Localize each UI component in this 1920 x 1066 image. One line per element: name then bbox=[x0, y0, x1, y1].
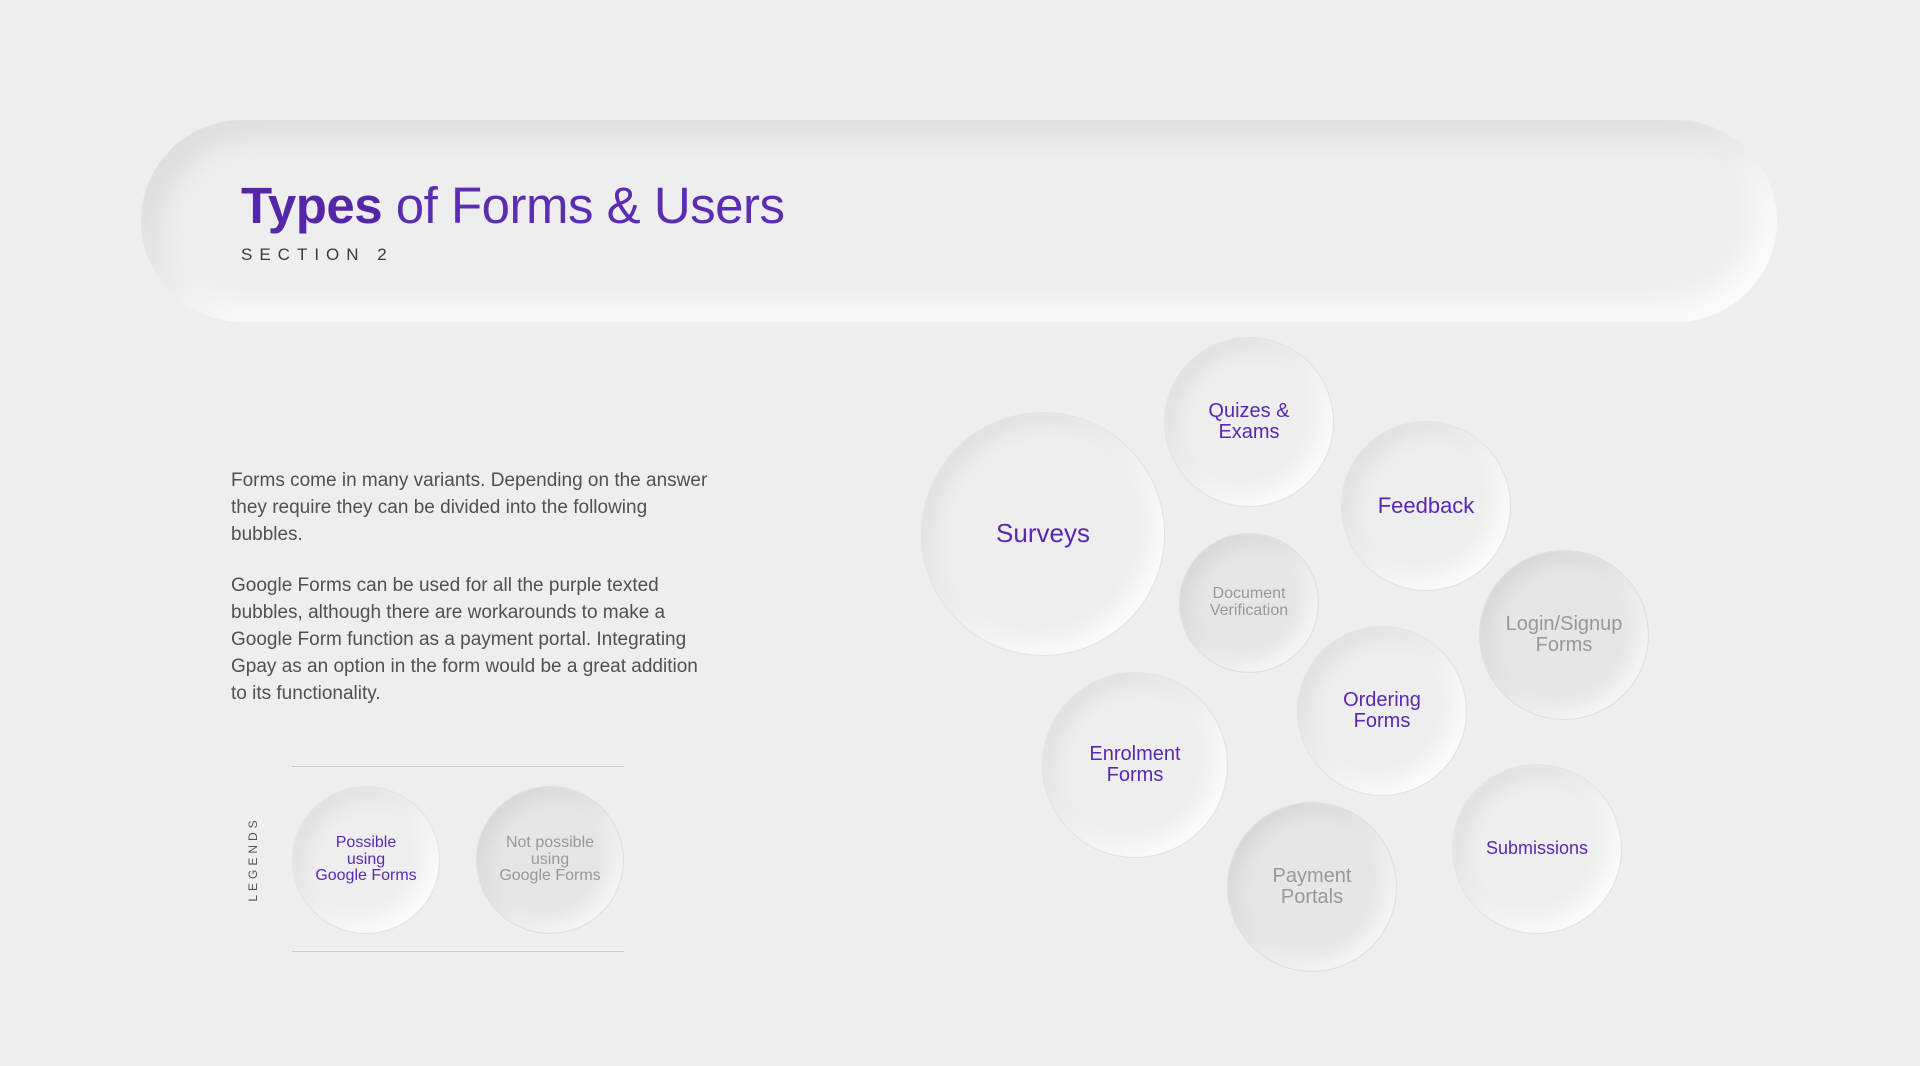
description-paragraph-1: Forms come in many variants. Depending o… bbox=[231, 470, 708, 545]
bubble-quizes-exams-label: Quizes & Exams bbox=[1208, 399, 1290, 443]
bubble-surveys-label: Surveys bbox=[996, 518, 1090, 549]
bubble-enrolment-forms-label: Enrolment Forms bbox=[1089, 742, 1181, 786]
bubble-document-verification-label: Document Verification bbox=[1209, 585, 1289, 619]
legend-not-possible-bubble: Not possible using Google Forms bbox=[476, 786, 624, 934]
page-title: Types of Forms & Users bbox=[241, 175, 785, 236]
bubble-document-verification: Document Verification bbox=[1179, 533, 1319, 673]
bubble-payment-portals-label: Payment Portals bbox=[1272, 864, 1352, 908]
bubble-feedback: Feedback bbox=[1341, 421, 1511, 591]
description-paragraph-2: Google Forms can be used for all the pur… bbox=[231, 575, 698, 704]
legend-divider-top bbox=[292, 766, 624, 767]
bubble-login-signup-forms-label: Login/Signup Forms bbox=[1505, 612, 1623, 656]
bubble-feedback-label: Feedback bbox=[1377, 493, 1475, 519]
legend-possible-text: Possible using Google Forms bbox=[315, 833, 417, 885]
bubble-submissions: Submissions bbox=[1452, 764, 1622, 934]
bubble-login-signup-forms: Login/Signup Forms bbox=[1479, 550, 1649, 720]
section-label: SECTION 2 bbox=[241, 245, 394, 264]
bubble-ordering-forms-label: Ordering Forms bbox=[1343, 688, 1421, 732]
title-rest: of Forms & Users bbox=[382, 177, 785, 234]
legend-not-possible-text: Not possible using Google Forms bbox=[499, 833, 601, 885]
title-bold: Types bbox=[241, 177, 383, 234]
bubble-surveys: Surveys bbox=[921, 412, 1165, 656]
bubble-submissions-label: Submissions bbox=[1485, 838, 1589, 859]
legend-divider-bottom bbox=[292, 951, 624, 952]
legend-label: LEGENDS bbox=[246, 816, 260, 902]
bubble-payment-portals: Payment Portals bbox=[1227, 802, 1397, 972]
bubble-quizes-exams: Quizes & Exams bbox=[1164, 337, 1334, 507]
bubble-ordering-forms: Ordering Forms bbox=[1297, 626, 1467, 796]
bubble-enrolment-forms: Enrolment Forms bbox=[1042, 672, 1228, 858]
legend-possible-bubble: Possible using Google Forms bbox=[292, 786, 440, 934]
